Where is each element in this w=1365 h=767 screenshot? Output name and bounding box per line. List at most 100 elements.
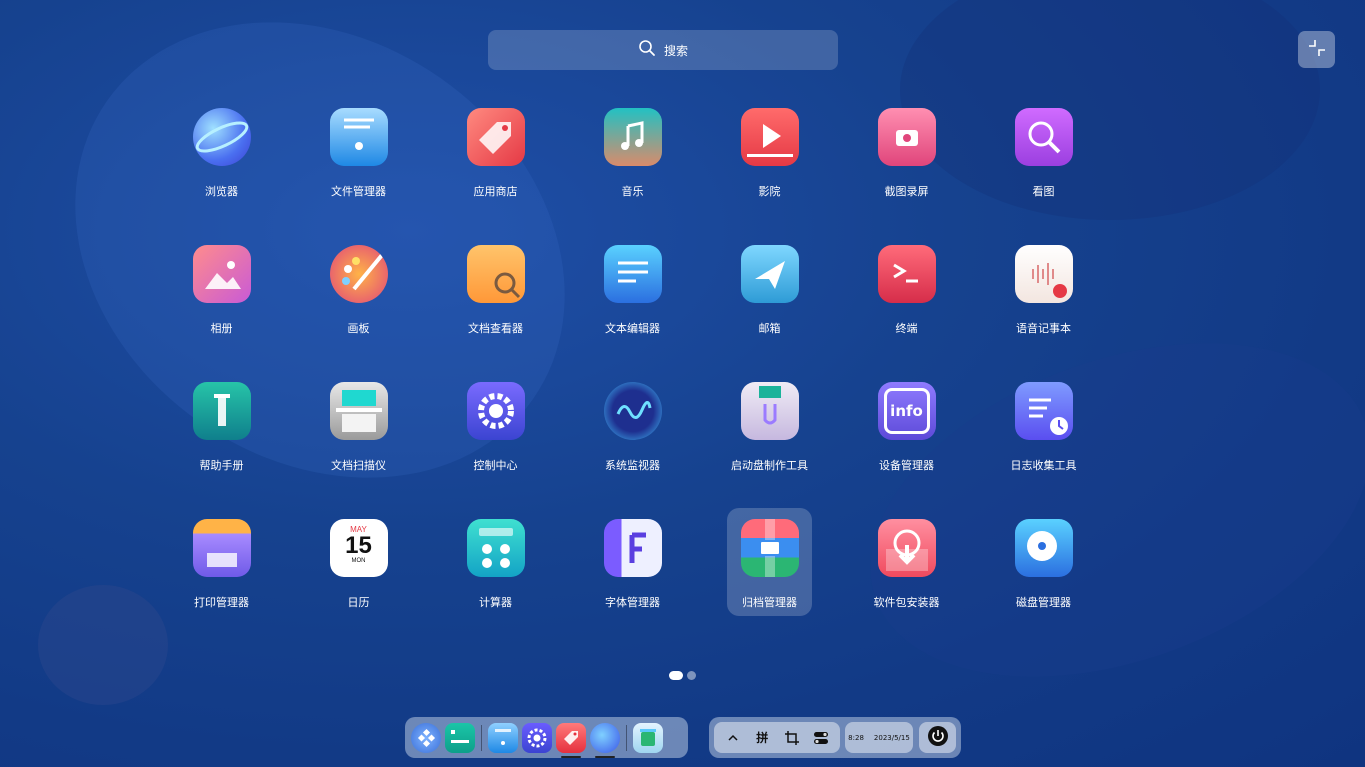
file-manager-icon (329, 108, 388, 166)
app-label: 语音记事本 (1016, 322, 1071, 335)
app-label: 控制中心 (473, 459, 518, 472)
text-editor-icon (603, 245, 662, 303)
app-store-icon[interactable] (556, 722, 586, 758)
app-font-manager[interactable]: 字体管理器 (590, 508, 675, 616)
browser-icon[interactable] (590, 722, 620, 758)
clock-time: 8:28 (848, 733, 864, 742)
app-screenshot[interactable]: 截图录屏 (864, 97, 949, 205)
running-indicator (595, 755, 615, 758)
exit-fullscreen-button[interactable] (1298, 31, 1335, 68)
dock-separator (481, 724, 482, 751)
app-label: 系统监视器 (605, 459, 660, 472)
app-label: 日历 (347, 596, 370, 609)
search-icon (638, 39, 656, 61)
app-label: 计算器 (479, 596, 512, 609)
app-label: 音乐 (621, 185, 644, 198)
app-terminal[interactable]: 终端 (864, 234, 949, 342)
music-icon (603, 108, 662, 166)
control-center-icon[interactable] (522, 722, 552, 753)
input-method-label: 拼 (756, 731, 769, 745)
power-button[interactable] (919, 722, 956, 753)
calendar-icon: MAY 15 MON (329, 519, 388, 577)
document-viewer-icon (466, 245, 525, 303)
app-label: 截图录屏 (884, 185, 929, 198)
clock[interactable]: 8:28 2023/5/15 (845, 722, 913, 753)
print-manager-icon (192, 519, 251, 577)
control-center-icon (466, 382, 525, 440)
app-label: 文档查看器 (468, 322, 523, 335)
app-device-manager[interactable]: info 设备管理器 (864, 371, 949, 479)
app-boot-maker[interactable]: 启动盘制作工具 (727, 371, 812, 479)
voice-note-icon (1014, 245, 1073, 303)
app-calculator[interactable]: 计算器 (453, 508, 538, 616)
app-scanner[interactable]: 文档扫描仪 (316, 371, 401, 479)
app-file-manager[interactable]: 文件管理器 (316, 97, 401, 205)
app-log-viewer[interactable]: 日志收集工具 (1001, 371, 1086, 479)
app-label: 归档管理器 (742, 596, 797, 609)
app-label: 打印管理器 (194, 596, 249, 609)
running-indicator (561, 755, 581, 758)
app-label: 字体管理器 (605, 596, 660, 609)
screenshot-icon[interactable] (782, 728, 802, 748)
app-draw[interactable]: 画板 (316, 234, 401, 342)
page-indicator (669, 671, 696, 680)
app-text-editor[interactable]: 文本编辑器 (590, 234, 675, 342)
page-dot[interactable] (687, 671, 696, 680)
launcher-icon[interactable] (411, 722, 441, 753)
collapse-icon (1306, 37, 1328, 63)
app-store-icon (466, 108, 525, 166)
tray-icons: 拼 (714, 722, 840, 753)
toggle-settings-icon[interactable] (811, 728, 831, 748)
app-album[interactable]: 相册 (179, 234, 264, 342)
app-calendar[interactable]: MAY 15 MON 日历 (316, 508, 401, 616)
app-mail[interactable]: 邮箱 (727, 234, 812, 342)
chevron-up-icon[interactable] (723, 728, 743, 748)
app-print-manager[interactable]: 打印管理器 (179, 508, 264, 616)
page-dot-active[interactable] (669, 671, 683, 680)
help-manual-icon (192, 382, 251, 440)
app-archive-manager[interactable]: 归档管理器 (727, 508, 812, 616)
app-app-store[interactable]: 应用商店 (453, 97, 538, 205)
app-label: 帮助手册 (199, 459, 244, 472)
app-image-viewer[interactable]: 看图 (1001, 97, 1086, 205)
app-label: 设备管理器 (879, 459, 934, 472)
system-tray: 拼 8:28 2023/5/15 (709, 717, 961, 758)
log-viewer-icon (1014, 382, 1073, 440)
app-label: 相册 (210, 322, 233, 335)
movie-icon (740, 108, 799, 166)
app-package-installer[interactable]: 软件包安装器 (864, 508, 949, 616)
app-document-viewer[interactable]: 文档查看器 (453, 234, 538, 342)
input-method-button[interactable]: 拼 (752, 728, 772, 748)
calendar-day: 15 (345, 532, 372, 559)
app-label: 日志收集工具 (1010, 459, 1077, 472)
app-browser[interactable]: 浏览器 (179, 97, 264, 205)
file-manager-icon[interactable] (488, 722, 518, 753)
app-system-monitor[interactable]: 系统监视器 (590, 371, 675, 479)
clock-date: 2023/5/15 (873, 733, 910, 742)
boot-maker-icon (740, 382, 799, 440)
power-icon (927, 725, 949, 751)
device-info-label: info (890, 402, 923, 420)
app-label: 磁盘管理器 (1016, 596, 1071, 609)
app-label: 应用商店 (473, 185, 518, 198)
package-installer-icon (877, 519, 936, 577)
background-shape (900, 0, 1320, 220)
scanner-icon (329, 382, 388, 440)
app-disk-manager[interactable]: 磁盘管理器 (1001, 508, 1086, 616)
image-viewer-icon (1014, 108, 1073, 166)
app-voice-note[interactable]: 语音记事本 (1001, 234, 1086, 342)
app-movie[interactable]: 影院 (727, 97, 812, 205)
search-box[interactable]: 搜索 (488, 30, 838, 70)
disk-manager-icon (1014, 519, 1073, 577)
app-label: 浏览器 (205, 185, 238, 198)
archive-manager-icon (740, 519, 799, 577)
multitask-view-icon[interactable] (445, 722, 475, 753)
trash-icon[interactable] (633, 722, 663, 753)
app-label: 文档扫描仪 (331, 459, 386, 472)
dock (405, 717, 688, 758)
app-music[interactable]: 音乐 (590, 97, 675, 205)
font-manager-icon (603, 519, 662, 577)
app-help-manual[interactable]: 帮助手册 (179, 371, 264, 479)
app-control-center[interactable]: 控制中心 (453, 371, 538, 479)
app-label: 启动盘制作工具 (731, 459, 808, 472)
